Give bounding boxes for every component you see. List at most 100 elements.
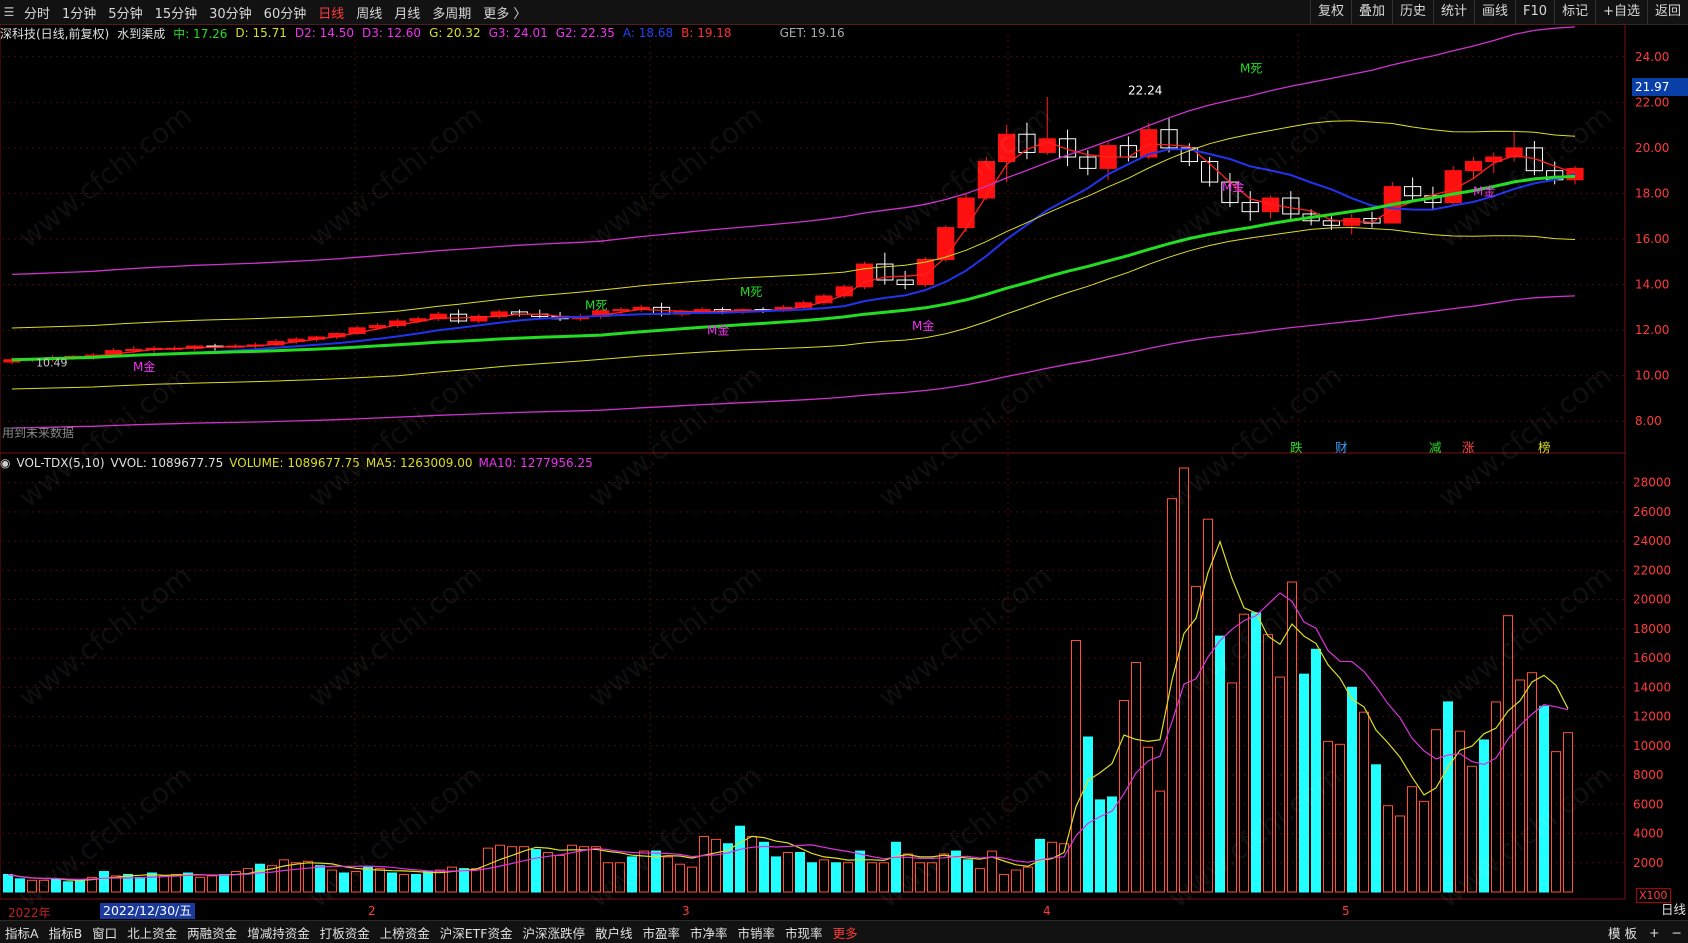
ma-short-line	[11, 141, 1576, 361]
tab-period[interactable]: 周线	[350, 3, 388, 22]
menu-icon[interactable]: ☰	[0, 0, 18, 24]
tab-period[interactable]: 5分钟	[102, 3, 148, 22]
kline-chart-area[interactable]: 24.00 22.00 20.00 18.00 16.00 14.00 12.00 10.00…	[0, 24, 1688, 920]
indicator-tab[interactable]: 指标A	[0, 923, 44, 942]
volume-bar	[903, 853, 913, 893]
indicator-tab[interactable]: 市销率	[733, 923, 781, 942]
bottom-indicator-bar: 指标A 指标B 窗口 北上资金 两融资金 增减持资金 打板资金 上榜资金 沪深ETF资金 沪深涨跌…	[0, 920, 1688, 943]
volume-bar	[195, 876, 205, 893]
tab-period[interactable]: 15分钟	[149, 3, 204, 22]
volume-bar	[1131, 661, 1141, 893]
volume-bar	[531, 849, 541, 893]
top-toolbar: ☰ 分时 1分钟 5分钟 15分钟 30分钟 60分钟 日线 周线 月线 多周期 更多 〉 复权 叠加…	[0, 0, 1688, 25]
bottom-control-button[interactable]: −	[1666, 925, 1688, 940]
volume-bar	[675, 863, 685, 893]
indicator-tab[interactable]: 北上资金	[122, 923, 182, 942]
volume-bar	[687, 866, 697, 893]
m-death-label: M死	[740, 285, 762, 299]
tab-period[interactable]: 日线	[312, 3, 350, 22]
band-upper-yellow	[11, 120, 1576, 329]
indicator-tab[interactable]: 窗口	[87, 923, 122, 942]
volume-bar	[1299, 673, 1309, 893]
m-death-label: M死	[1240, 62, 1262, 76]
indicator-tab[interactable]: 打板资金	[315, 923, 375, 942]
tab-period[interactable]: 60分钟	[258, 3, 313, 22]
volume-bar	[1263, 634, 1273, 893]
toolbar-button[interactable]: 复权	[1309, 0, 1351, 24]
indicator-tab[interactable]: 两融资金	[182, 923, 242, 942]
tab-period[interactable]: 更多 〉	[477, 3, 532, 22]
volume-bar	[519, 846, 529, 893]
tab-period[interactable]: 多周期	[426, 3, 477, 22]
indicator-tab[interactable]: 更多	[828, 923, 863, 942]
indicator-tab[interactable]: 指标B	[44, 923, 88, 942]
volume-bar	[171, 873, 181, 893]
tab-period[interactable]: 1分钟	[56, 3, 102, 22]
toolbar-button[interactable]: 叠加	[1350, 0, 1392, 24]
toolbar-button[interactable]: 返回	[1646, 0, 1688, 24]
toolbar-button[interactable]: 历史	[1391, 0, 1433, 24]
volume-bar	[1419, 800, 1429, 893]
signal-label: 减	[1429, 440, 1442, 455]
volume-bar	[771, 856, 781, 893]
month-label: 2	[368, 904, 376, 918]
volume-bar	[1179, 467, 1189, 893]
volume-bar	[1383, 805, 1393, 893]
tab-period[interactable]: 30分钟	[203, 3, 258, 22]
month-label: 4	[1043, 904, 1051, 918]
volume-bar	[315, 865, 325, 893]
candle-body	[998, 133, 1016, 163]
high-price-label: 22.24	[1128, 83, 1162, 97]
candle-body	[612, 309, 630, 312]
volume-bar	[135, 876, 145, 893]
volume-bar	[1011, 869, 1021, 893]
volume-bar	[1191, 585, 1201, 893]
volume-tick-label: 18000	[1633, 622, 1671, 636]
volume-bar	[855, 850, 865, 893]
toolbar-button[interactable]: 画线	[1474, 0, 1515, 24]
toolbar-button[interactable]: +自选	[1595, 0, 1647, 24]
price-tick-label: 12.00	[1635, 323, 1669, 337]
m-death-label: M死	[585, 299, 607, 313]
toolbar-button[interactable]: F10	[1515, 0, 1554, 24]
ma-blue-line	[11, 148, 1576, 361]
price-tick-label: 8.00	[1635, 414, 1662, 428]
candle-body	[125, 348, 143, 352]
bottom-control-button[interactable]: +	[1643, 925, 1665, 940]
volume-bar	[555, 854, 565, 893]
toolbar-right-buttons: 复权 叠加 历史 统计 画线 F10 标记 +自选 返回	[1309, 0, 1688, 24]
volume-bar	[219, 873, 229, 893]
toolbar-button[interactable]: 标记	[1554, 0, 1595, 24]
indicator-tab[interactable]: 散户线	[590, 923, 638, 942]
volume-bar	[1467, 765, 1477, 893]
indicator-tab[interactable]: 沪深涨跌停	[517, 923, 590, 942]
volume-bar	[711, 838, 721, 893]
volume-bar	[891, 841, 901, 893]
indicator-tab[interactable]: 增减持资金	[242, 923, 315, 942]
indicator-tab[interactable]: 沪深ETF资金	[435, 923, 518, 942]
volume-tick-label: 2000	[1633, 856, 1664, 870]
year-label: 2022年	[8, 906, 51, 920]
candle-body	[855, 263, 874, 288]
volume-bar	[1251, 612, 1261, 893]
bottom-control-button[interactable]: 模 板	[1602, 923, 1643, 942]
toolbar-button[interactable]: 统计	[1433, 0, 1474, 24]
tab-period[interactable]: 分时	[18, 3, 56, 22]
volume-bar	[1275, 676, 1285, 893]
volume-tick-label: 14000	[1633, 680, 1671, 694]
volume-bar	[783, 852, 793, 893]
month-label: 3	[682, 904, 690, 918]
indicator-tab[interactable]: 市盈率	[638, 923, 686, 942]
indicator-tab[interactable]: 上榜资金	[375, 923, 435, 942]
tab-period[interactable]: 月线	[388, 3, 426, 22]
volume-bar	[963, 859, 973, 893]
signal-label: 涨	[1462, 440, 1475, 455]
indicator-tab[interactable]: 市现率	[780, 923, 828, 942]
indicator-tab[interactable]: 市净率	[685, 923, 733, 942]
volume-bar	[1323, 740, 1333, 893]
volume-bar	[291, 862, 301, 893]
m-gold-label: M金	[133, 359, 155, 374]
volume-bar	[543, 852, 553, 893]
price-tick-label: 20.00	[1635, 141, 1669, 155]
volume-bar	[915, 862, 925, 893]
